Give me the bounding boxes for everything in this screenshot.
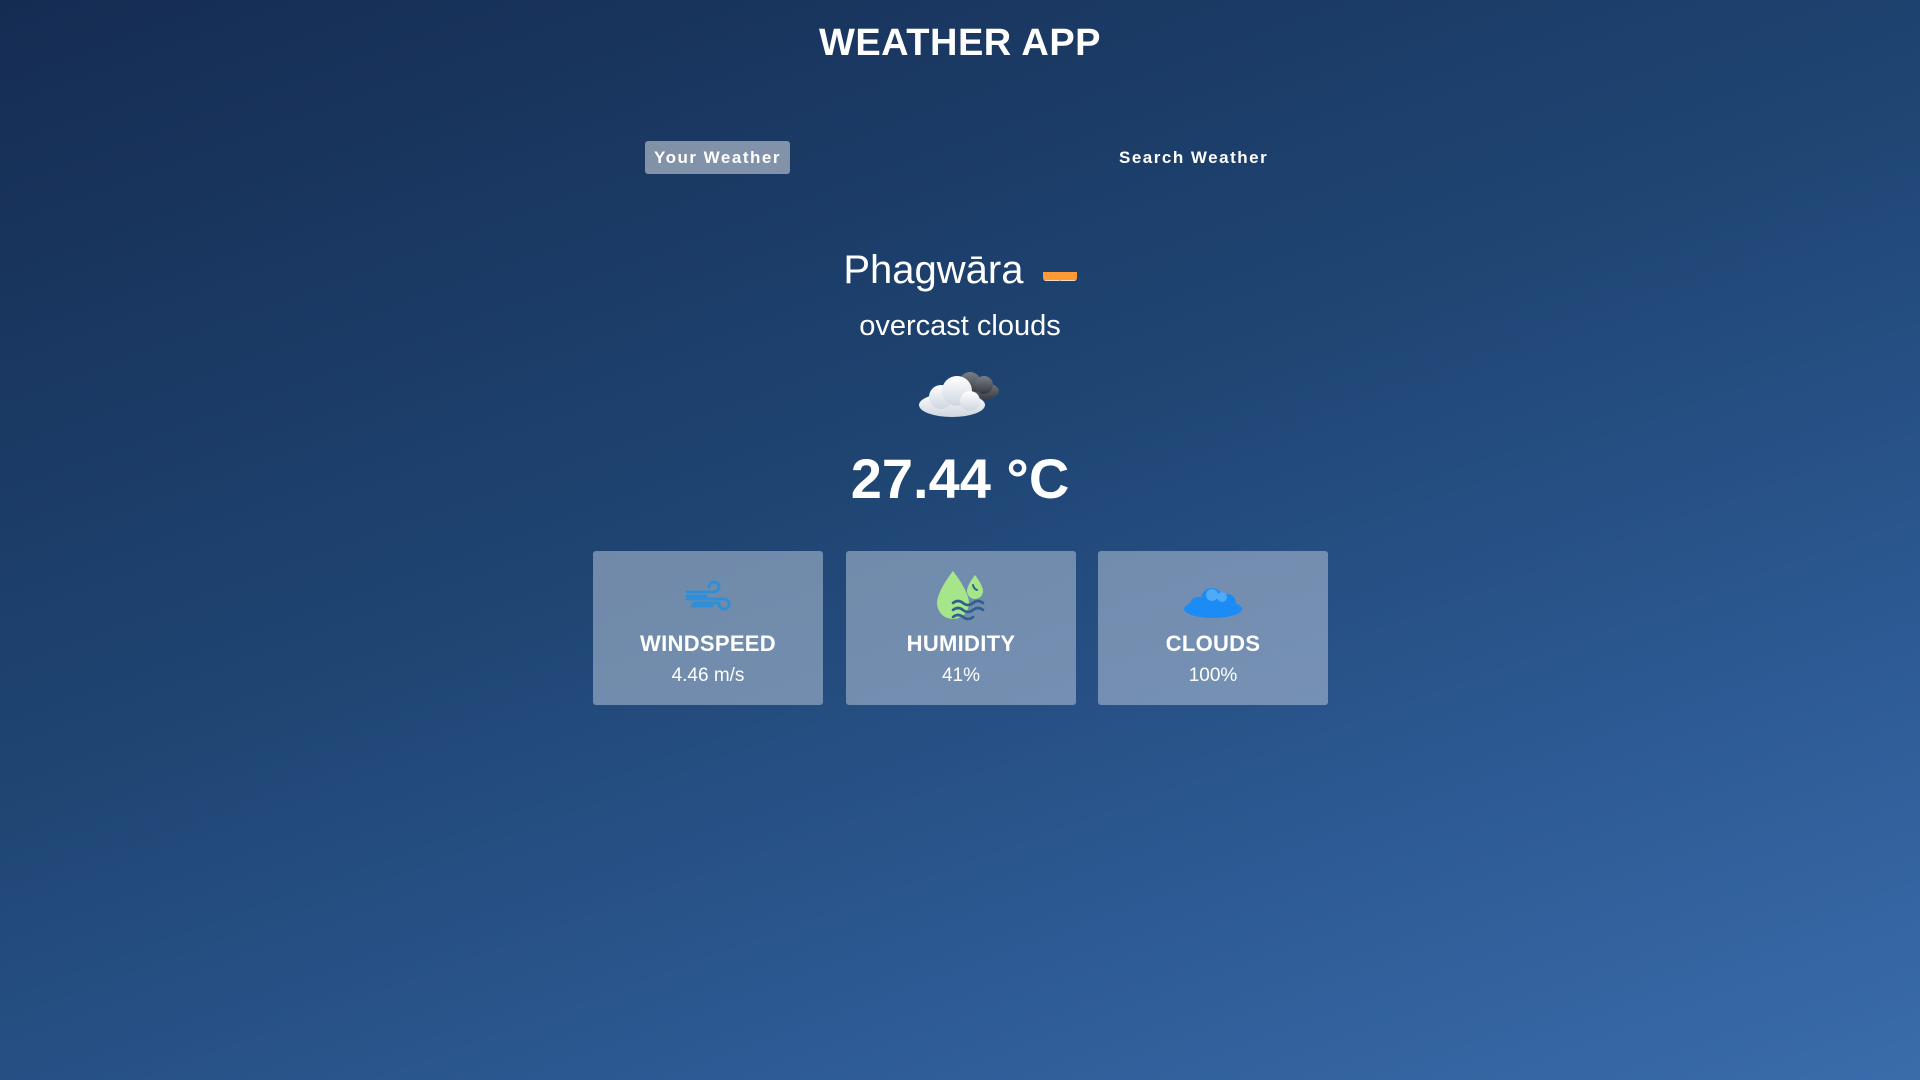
humidity-label: HUMIDITY bbox=[906, 631, 1016, 656]
clouds-value: 100% bbox=[1188, 665, 1238, 686]
city-name: Phagwāra bbox=[843, 248, 1024, 292]
windspeed-label: WINDSPEED bbox=[640, 631, 776, 656]
humidity-value: 41% bbox=[941, 665, 981, 686]
tab-search-weather[interactable]: Search Weather bbox=[1110, 141, 1277, 174]
india-flag-icon bbox=[1042, 256, 1077, 281]
tab-your-weather[interactable]: Your Weather bbox=[645, 141, 790, 174]
windspeed-value: 4.46 m/s bbox=[671, 665, 745, 686]
humidity-drop-icon bbox=[846, 569, 1076, 623]
location-heading: Phagwāra bbox=[0, 242, 1920, 298]
windspeed-card: WINDSPEED 4.46 m/s bbox=[593, 551, 823, 705]
app-title: WEATHER APP bbox=[818, 22, 1102, 64]
cloud-icon bbox=[1098, 569, 1328, 623]
clouds-card: CLOUDS 100% bbox=[1098, 551, 1328, 705]
weather-description: overcast clouds bbox=[859, 310, 1061, 342]
wind-icon bbox=[593, 569, 823, 623]
overcast-clouds-icon bbox=[915, 365, 1007, 423]
temperature-value: 27.44 °C bbox=[850, 447, 1070, 510]
humidity-card: HUMIDITY 41% bbox=[846, 551, 1076, 705]
clouds-label: CLOUDS bbox=[1165, 631, 1261, 656]
